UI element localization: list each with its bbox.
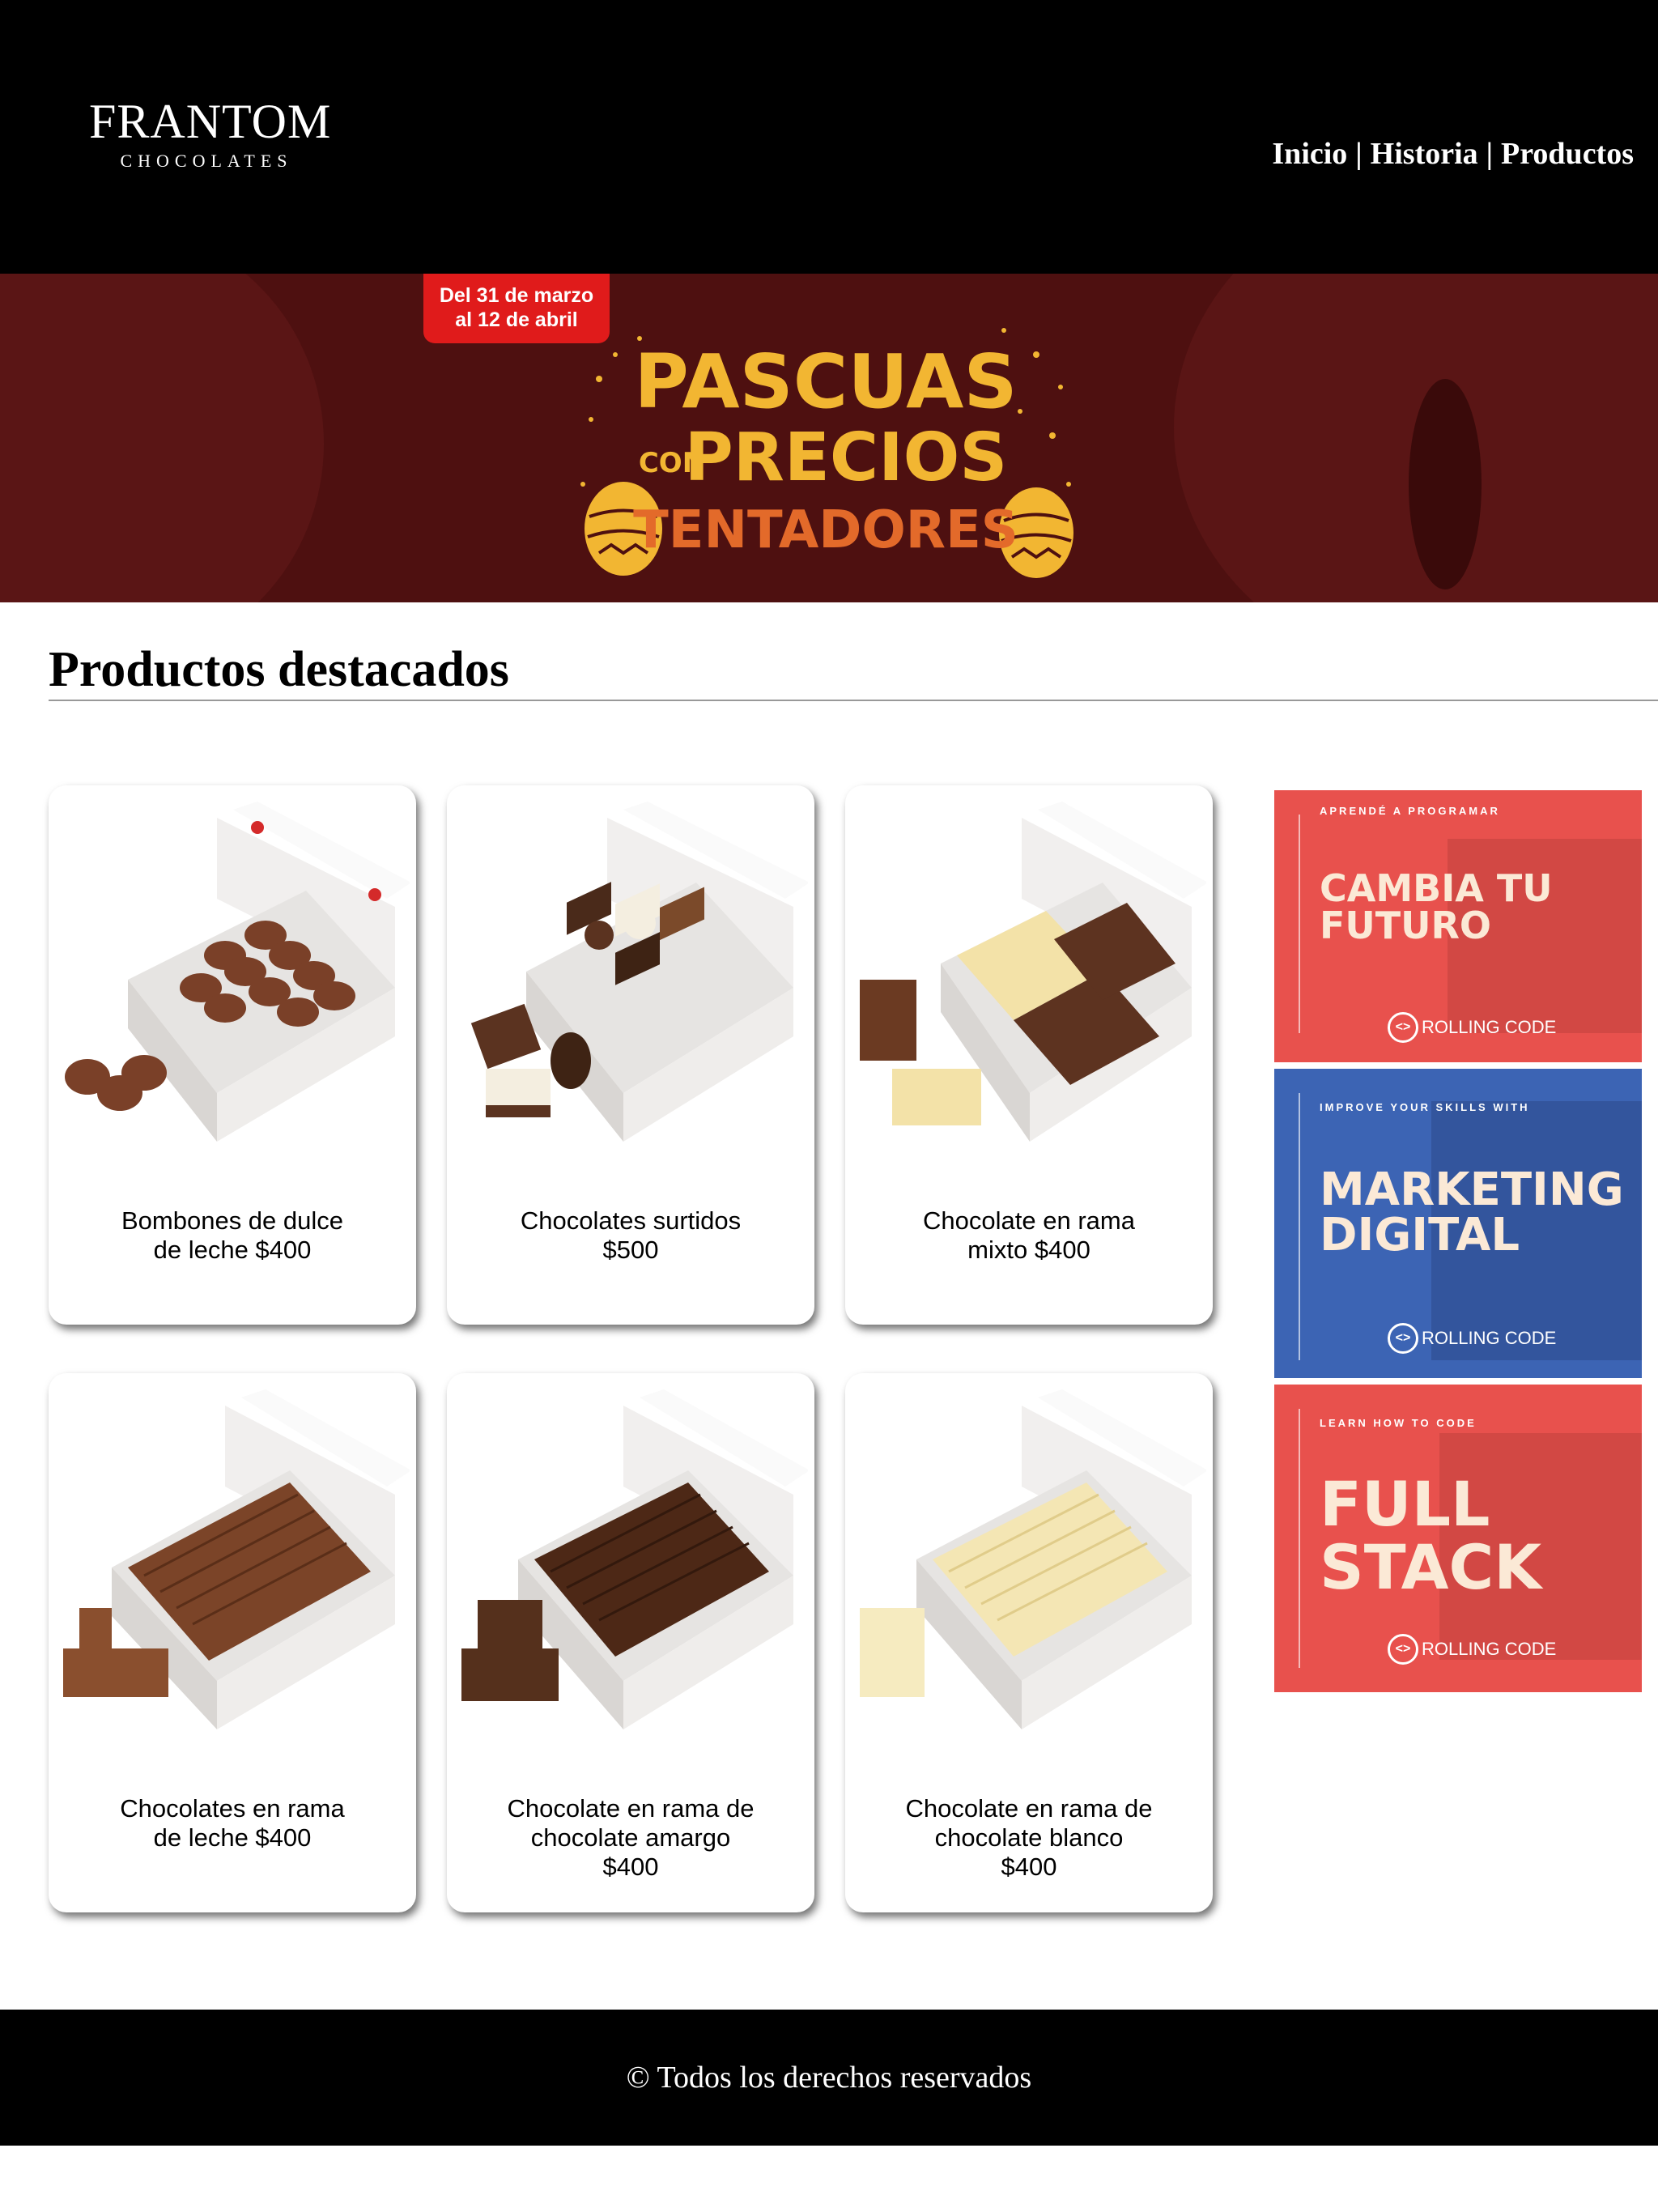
site-header: FRANTOM CHOCOLATES Inicio | Historia | Produ… (0, 0, 1658, 274)
milk-branch-chocolate-box-image (63, 1389, 410, 1729)
promo-date-line-1: Del 31 de marzo (439, 284, 594, 307)
nav-link-historia[interactable]: Historia (1371, 137, 1478, 171)
nav-separator: | (1355, 137, 1363, 171)
mixed-branch-chocolate-box-image (860, 802, 1206, 1142)
nav-separator: | (1486, 137, 1494, 171)
dark-branch-chocolate-box-image (461, 1389, 808, 1729)
product-card-rama-blanco[interactable]: Chocolate en rama de chocolate blanco $4… (845, 1373, 1213, 1912)
product-title: Bombones de dulce de leche $400 (65, 1206, 400, 1265)
section-title: Productos destacados (49, 642, 509, 697)
brand-logo[interactable]: FRANTOM CHOCOLATES (89, 95, 332, 172)
main-nav: Inicio | Historia | Productos (1272, 136, 1634, 172)
product-title-line: Chocolate en rama (923, 1206, 1135, 1235)
product-card-rama-mixto[interactable]: Chocolate en rama mixto $400 (845, 785, 1213, 1325)
logo-subtitle: CHOCOLATES (120, 151, 293, 171)
rolling-code-logo-icon: <> (1388, 1634, 1418, 1665)
product-card-rama-leche[interactable]: Chocolates en rama de leche $400 (49, 1373, 416, 1912)
ad-brand: <> ROLLING CODE (1388, 1323, 1556, 1354)
product-title: Chocolate en rama mixto $400 (861, 1206, 1197, 1265)
promo-headline-graphic: PASCUAS CON PRECIOS TENTADORES (580, 328, 1073, 578)
promo-line-3: TENTADORES (633, 500, 1018, 560)
product-title-line: Chocolate en rama de (905, 1794, 1153, 1823)
ad-headline-line-2: FUTURO (1320, 904, 1492, 947)
white-branch-chocolate-box-image (860, 1389, 1206, 1729)
promo-line-1: PASCUAS (634, 338, 1017, 425)
site-footer: © Todos los derechos reservados (0, 2010, 1658, 2146)
ad-divider (1299, 1093, 1300, 1360)
product-title-line: $500 (602, 1236, 659, 1264)
product-title-line: Chocolates surtidos (520, 1206, 742, 1235)
promo-line-2b: PRECIOS (685, 419, 1008, 496)
section-divider (49, 700, 1658, 701)
ad-kicker: IMPROVE YOUR SKILLS WITH (1320, 1101, 1530, 1113)
rolling-code-logo-icon: <> (1388, 1012, 1418, 1043)
ad-brand-name: ROLLING CODE (1422, 1639, 1557, 1659)
banner-decor (1409, 379, 1482, 589)
ad-banner-marketing[interactable]: IMPROVE YOUR SKILLS WITH MARKETING DIGIT… (1274, 1069, 1642, 1378)
product-title-line: Chocolates en rama (120, 1794, 345, 1823)
rolling-code-logo-icon: <> (1388, 1323, 1418, 1354)
product-title-line: $400 (602, 1853, 659, 1881)
ad-banner-programar[interactable]: APRENDÉ A PROGRAMAR CAMBIA TU FUTURO <> … (1274, 790, 1642, 1062)
product-title-line: chocolate amargo (530, 1823, 731, 1852)
product-card-surtidos[interactable]: Chocolates surtidos $500 (447, 785, 814, 1325)
product-title-line: chocolate blanco (934, 1823, 1124, 1852)
ad-kicker: LEARN HOW TO CODE (1320, 1417, 1477, 1429)
ad-headline-line-2: STACK (1320, 1531, 1542, 1603)
ad-headline-line-1: MARKETING (1320, 1163, 1624, 1216)
banner-decor (0, 274, 324, 602)
product-title-line: Bombones de dulce (121, 1206, 344, 1235)
product-title: Chocolate en rama de chocolate amargo $4… (463, 1794, 798, 1882)
ad-kicker: APRENDÉ A PROGRAMAR (1320, 805, 1500, 817)
product-title: Chocolate en rama de chocolate blanco $4… (861, 1794, 1197, 1882)
product-card-rama-amargo[interactable]: Chocolate en rama de chocolate amargo $4… (447, 1373, 814, 1912)
ad-brand: <> ROLLING CODE (1388, 1634, 1556, 1665)
nav-link-inicio[interactable]: Inicio (1272, 137, 1347, 171)
ad-divider (1299, 815, 1300, 1033)
milk-bonbons-box-image (65, 802, 410, 1142)
copyright-text: © Todos los derechos reservados (626, 2061, 1032, 2095)
product-title-line: mixto $400 (967, 1236, 1090, 1264)
product-title-line: de leche $400 (153, 1823, 312, 1852)
logo-name: FRANTOM (89, 95, 332, 148)
product-title-line: $400 (1001, 1853, 1057, 1881)
product-card-bombones[interactable]: Bombones de dulce de leche $400 (49, 785, 416, 1325)
ad-headline-line-2: DIGITAL (1320, 1209, 1520, 1261)
ad-banner-fullstack[interactable]: LEARN HOW TO CODE FULL STACK <> ROLLING … (1274, 1385, 1642, 1692)
product-title: Chocolates surtidos $500 (463, 1206, 798, 1265)
ad-brand: <> ROLLING CODE (1388, 1012, 1556, 1043)
ad-brand-name: ROLLING CODE (1422, 1328, 1557, 1348)
ad-brand-name: ROLLING CODE (1422, 1017, 1557, 1037)
product-title-line: Chocolate en rama de (507, 1794, 755, 1823)
assorted-chocolates-box-image (470, 802, 808, 1142)
ad-headline-line-1: CAMBIA TU (1320, 866, 1553, 910)
product-title: Chocolates en rama de leche $400 (65, 1794, 400, 1853)
ad-divider (1299, 1409, 1300, 1668)
easter-promo-banner[interactable]: Del 31 de marzo al 12 de abril PASCUAS C… (0, 274, 1658, 602)
ad-headline-line-1: FULL (1320, 1468, 1490, 1540)
product-title-line: de leche $400 (153, 1236, 312, 1264)
nav-link-productos[interactable]: Productos (1501, 137, 1634, 171)
